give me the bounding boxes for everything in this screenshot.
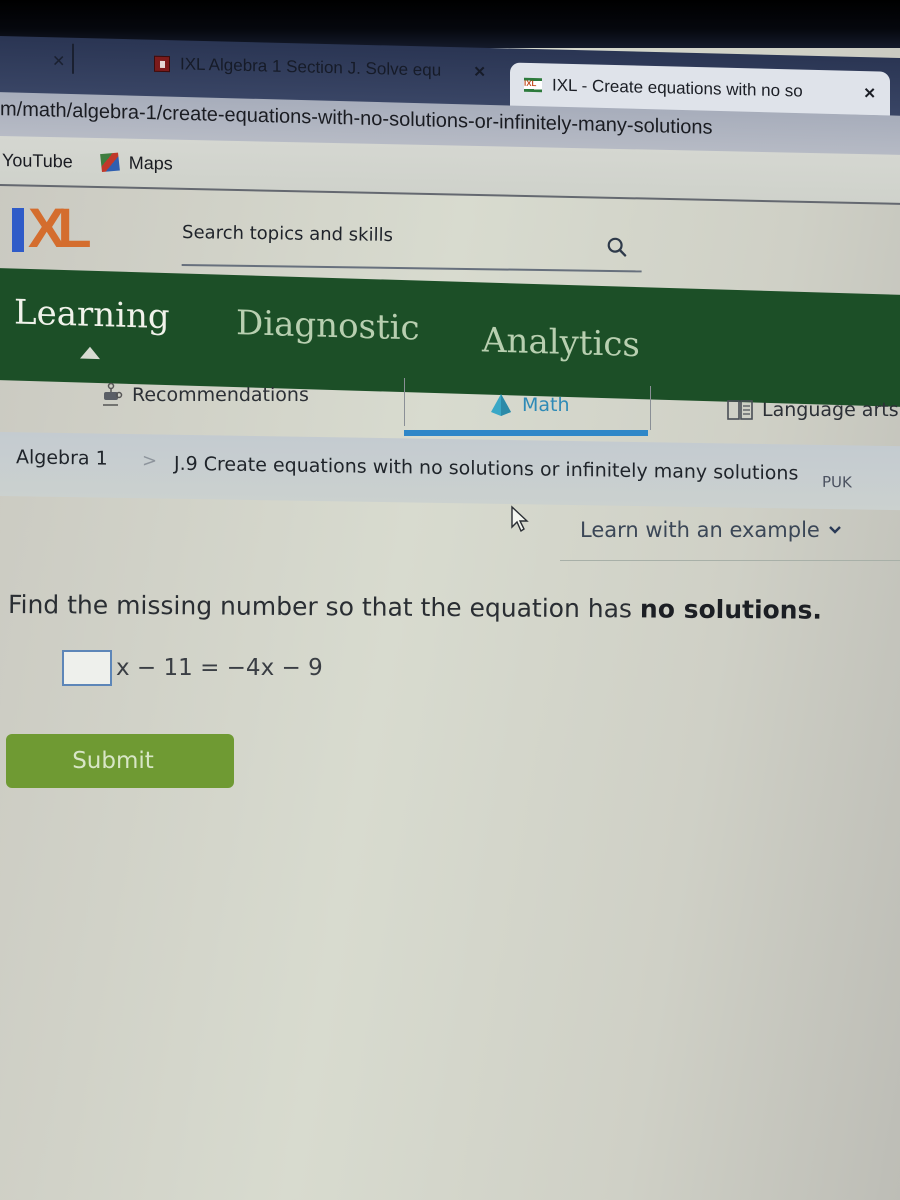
bookmark-label: YouTube xyxy=(2,149,73,172)
divider xyxy=(404,378,405,426)
subnav-label: Recommendations xyxy=(132,384,309,406)
subject-nav: Recommendations Math Language arts xyxy=(0,372,900,436)
divider xyxy=(650,386,651,430)
question-emphasis: no solutions. xyxy=(639,594,823,625)
active-nav-indicator xyxy=(80,346,100,360)
learn-with-example-label: Learn with an example xyxy=(580,518,820,542)
bookmark-youtube[interactable]: YouTube xyxy=(2,150,73,172)
search-icon[interactable] xyxy=(606,236,628,258)
mouse-cursor-icon xyxy=(511,505,529,533)
breadcrumb-root[interactable]: Algebra 1 xyxy=(16,446,108,469)
ixl-logo[interactable]: XL xyxy=(12,196,92,259)
site-header: XL xyxy=(0,190,900,273)
search-box xyxy=(181,216,643,273)
equation: x − 11 = −4x − 9 xyxy=(62,650,323,686)
skill-code: PUK xyxy=(822,472,852,492)
recommendations-icon xyxy=(103,382,123,406)
submit-button[interactable]: Submit xyxy=(6,734,234,788)
close-icon[interactable]: ✕ xyxy=(52,51,65,70)
logo-xl-text: XL xyxy=(28,196,92,259)
question-prompt: Find the missing number so that the equa… xyxy=(8,590,822,625)
breadcrumb-skill: J.9 Create equations with no solutions o… xyxy=(174,452,799,485)
logo-i-bar xyxy=(12,208,24,252)
answer-input[interactable] xyxy=(62,650,112,686)
submit-label: Submit xyxy=(72,748,154,774)
active-subject-underline xyxy=(404,430,648,436)
tab-separator xyxy=(72,43,74,74)
maps-icon xyxy=(99,152,120,173)
book-icon xyxy=(727,400,753,420)
divider xyxy=(560,560,900,561)
browser-tab-algebra-section-j[interactable]: IXL Algebra 1 Section J. Solve equ ✕ xyxy=(140,43,500,92)
bookmark-label: Maps xyxy=(128,152,173,174)
subnav-tab-recommendations[interactable]: Recommendations xyxy=(98,382,309,408)
question-text: Find the missing number so that the equa… xyxy=(7,590,641,624)
bookmark-maps[interactable]: Maps xyxy=(99,152,173,175)
search-input[interactable] xyxy=(181,216,583,249)
chevron-right-icon: > xyxy=(142,450,158,472)
close-icon[interactable]: ✕ xyxy=(863,84,876,102)
subnav-tab-math[interactable]: Math xyxy=(488,392,570,418)
nav-tab-learning[interactable]: Learning xyxy=(14,293,170,338)
close-icon[interactable]: ✕ xyxy=(473,63,486,81)
tab-title: IXL Algebra 1 Section J. Solve equ xyxy=(180,54,442,80)
chevron-down-icon xyxy=(828,526,841,534)
subnav-label: Language arts xyxy=(762,399,899,421)
nav-tab-analytics[interactable]: Analytics xyxy=(482,320,640,365)
nav-tab-diagnostic[interactable]: Diagnostic xyxy=(236,303,420,348)
breadcrumb: Algebra 1 > J.9 Create equations with no… xyxy=(0,432,900,511)
page-favicon-icon xyxy=(154,55,170,73)
ixl-favicon-icon xyxy=(524,77,542,93)
tab-title: IXL - Create equations with no so xyxy=(552,75,803,101)
subnav-label: Math xyxy=(522,394,570,416)
subnav-tab-language-arts[interactable]: Language arts xyxy=(726,398,899,422)
math-icon xyxy=(491,394,511,416)
equation-text: x − 11 = −4x − 9 xyxy=(116,655,323,681)
learn-with-example-toggle[interactable]: Learn with an example xyxy=(580,518,842,542)
